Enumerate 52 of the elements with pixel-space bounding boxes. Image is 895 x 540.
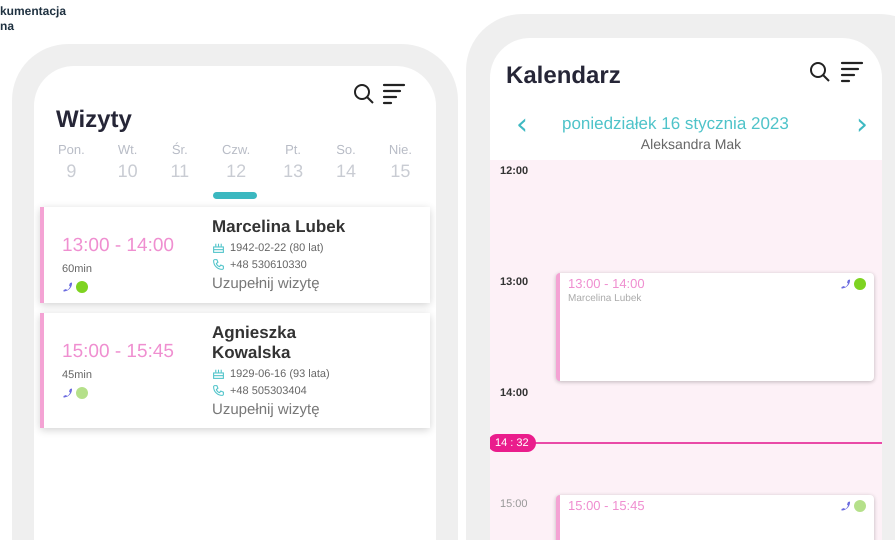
patient-name: Agnieszka Kowalska	[212, 323, 298, 363]
weekday-label[interactable]: Wt.	[118, 142, 138, 157]
birth-date: 1942-02-22 (80 lat)	[230, 242, 324, 254]
screen-title: Kalendarz	[505, 61, 621, 90]
visit-time: 15:00 - 15:45	[62, 341, 175, 363]
weekday-label[interactable]: Czw.	[222, 142, 250, 157]
phone-icon	[62, 281, 74, 293]
search-icon[interactable]	[352, 82, 376, 106]
logo-text: na	[0, 19, 16, 34]
next-day-button[interactable]: ›	[856, 114, 868, 136]
previous-day-button[interactable]: ‹	[516, 114, 528, 136]
patient-name: Marcelina Lubek	[568, 293, 642, 304]
phone-icon	[212, 258, 225, 271]
visit-card[interactable]: 13:00 - 14:00 60min Marcelina Lubek 1942-02-22 (80 lat) +48 530610330 Uzupełnij wizytę	[40, 207, 430, 303]
birth-date: 1929-06-16 (93 lata)	[230, 368, 330, 380]
weekday-label[interactable]: Pt.	[285, 142, 302, 157]
complete-visit-link[interactable]: Uzupełnij wizytę	[212, 275, 362, 292]
cake-icon	[212, 241, 225, 254]
weekday-label[interactable]: Nie.	[388, 142, 412, 157]
event-card[interactable]: 13:00 - 14:00 Marcelina Lubek	[556, 273, 874, 381]
weekday-label[interactable]: Śr.	[172, 142, 188, 157]
cake-icon	[212, 367, 225, 380]
hour-label: 15:00	[499, 497, 529, 510]
phone-number: +48 530610330	[230, 258, 307, 270]
visit-time: 13:00 - 14:00	[62, 235, 175, 257]
filter-icon[interactable]	[382, 82, 406, 106]
phone-icon	[840, 500, 852, 512]
weekday-label[interactable]: So.	[336, 142, 356, 157]
event-time: 13:00 - 14:00	[568, 276, 645, 291]
patient-name: Marcelina Lubek	[212, 217, 346, 237]
complete-visit-link[interactable]: Uzupełnij wizytę	[212, 401, 362, 418]
drag-handle[interactable]	[213, 192, 257, 199]
visit-duration: 45min	[62, 369, 93, 381]
search-icon[interactable]	[808, 60, 832, 84]
hour-label: 14:00	[499, 386, 530, 399]
phone-icon	[840, 278, 852, 290]
date-label: poniedziałek 16 stycznia 2023	[562, 114, 790, 134]
phone-number: +48 505303404	[230, 384, 307, 396]
event-time: 15:00 - 15:45	[568, 498, 645, 513]
visit-card[interactable]: 15:00 - 15:45 45min Agnieszka Kowalska 1929-06-16 (93 lata) +48 505303404 Uzupełnij wizytę	[40, 313, 430, 428]
phone-icon	[62, 387, 74, 399]
screen-title: Wizyty	[55, 106, 132, 134]
current-time-badge: 14 : 32	[490, 434, 536, 452]
event-card[interactable]: 15:00 - 15:45	[556, 495, 874, 540]
phone-icon	[212, 384, 225, 397]
person-name: Aleksandra Mak	[640, 136, 742, 154]
logo-text: kumentacja	[0, 4, 66, 19]
hour-label: 13:00	[499, 275, 530, 288]
hour-label: 12:00	[499, 164, 530, 177]
visit-duration: 60min	[62, 263, 93, 275]
weekday-label[interactable]: Pon.	[58, 142, 85, 157]
filter-icon[interactable]	[840, 60, 864, 84]
